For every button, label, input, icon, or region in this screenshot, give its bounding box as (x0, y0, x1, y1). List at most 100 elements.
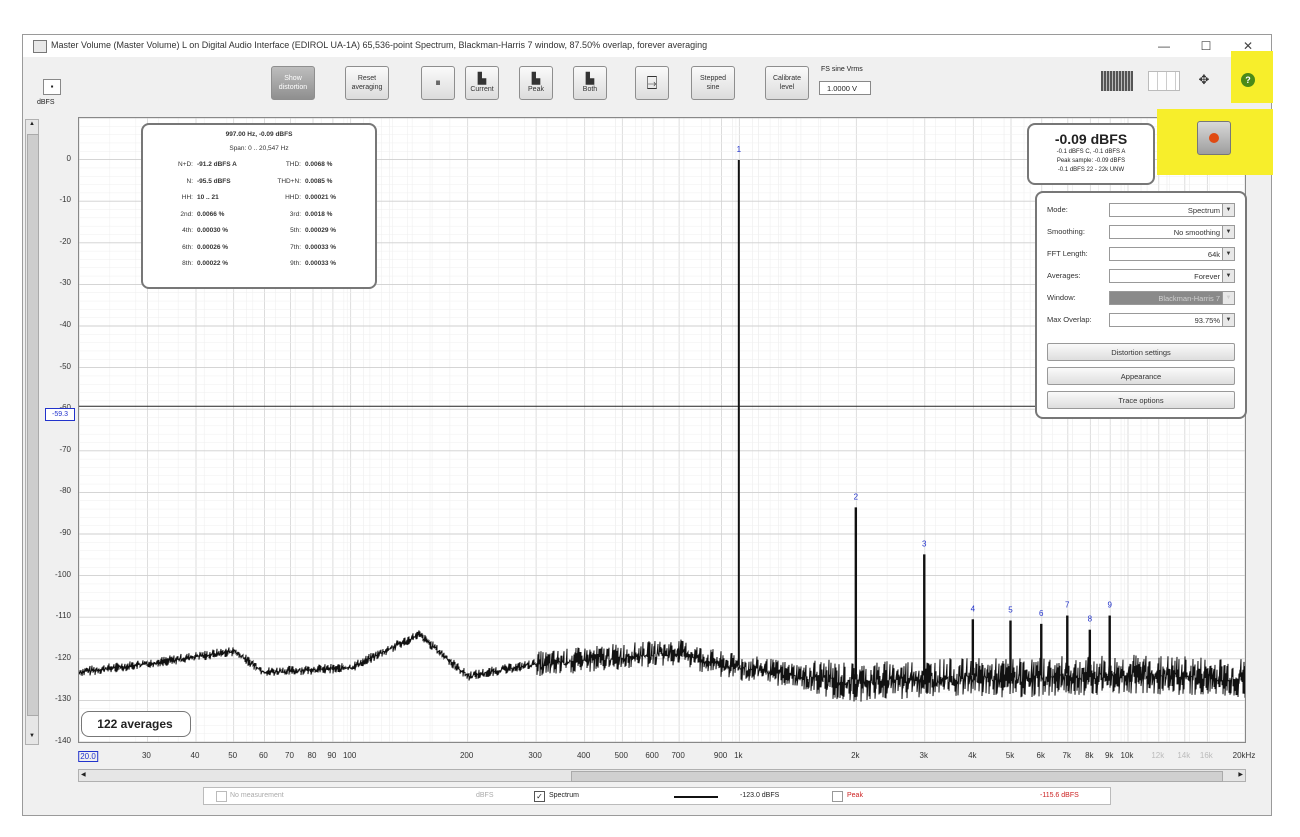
app-window: Master Volume (Master Volume) L on Digit… (22, 34, 1273, 816)
distortion-metric-value: -95.5 dBFS (197, 177, 231, 185)
stepped-sine-button[interactable]: Stepped sine (691, 66, 735, 100)
x-tick-label: 30 (141, 751, 151, 760)
setting-dropdown[interactable]: Spectrum ▼ (1109, 203, 1235, 217)
record-button[interactable] (1197, 121, 1231, 155)
x-tick-label: 10k (1120, 751, 1134, 760)
x-tick-label: 60 (258, 751, 268, 760)
level-readout: -0.09 dBFS -0.1 dBFS C, -0.1 dBFS A Peak… (1027, 123, 1155, 185)
setting-value: 93.75% (1194, 316, 1220, 325)
setting-label: Averages: (1047, 271, 1081, 280)
help-icon[interactable]: ? (1241, 73, 1255, 87)
peak-button[interactable]: ▙ Peak (519, 66, 553, 100)
peak-value: -115.6 dBFS (1040, 792, 1079, 799)
y-tick-label: -140 (54, 736, 71, 745)
reset-averaging-label-2: averaging (351, 84, 383, 91)
both-label: Both (582, 85, 598, 93)
pause-button[interactable]: ⏸ (421, 66, 455, 100)
cursor-level-value: -59.3 (52, 411, 68, 418)
y-unit-label: dBFS (37, 99, 55, 106)
current-label: Current (470, 85, 494, 93)
cursor-level-marker[interactable]: -59.3 (45, 408, 75, 421)
show-distortion-label-1: Show (284, 75, 302, 82)
harmonic-label: 5 (1008, 606, 1013, 615)
harmonic-label: 7 (1065, 601, 1070, 610)
both-button[interactable]: ▙ Both (573, 66, 607, 100)
no-measurement-value: dBFS (476, 792, 494, 799)
fs-sine-input[interactable]: 1.0000 V (819, 81, 871, 95)
show-distortion-button[interactable]: Show distortion (271, 66, 315, 100)
y-tick-label: 0 (66, 153, 71, 163)
setting-label: Window: (1047, 293, 1076, 302)
record-icon (1209, 133, 1219, 143)
minimize-button[interactable]: — (1151, 38, 1177, 54)
harmonic-label: 9 (1107, 601, 1112, 610)
scroll-down-arrow[interactable]: ▼ (27, 733, 37, 743)
distortion-metric-label: N: (186, 177, 194, 185)
setting-dropdown[interactable]: No smoothing ▼ (1109, 225, 1235, 239)
both-trace-icon: ▙ (585, 72, 595, 85)
generator-button[interactable]: ⍈ (635, 66, 669, 100)
averages-badge: 122 averages (81, 711, 191, 737)
current-button[interactable]: ▙ Current (465, 66, 499, 100)
distortion-metric-value: 0.00030 % (197, 227, 229, 234)
panel-layout-icon[interactable] (1148, 71, 1180, 91)
setting-value: Forever (1194, 272, 1220, 281)
distortion-panel: 997.00 Hz, -0.09 dBFS Span: 0 .. 20,547 … (141, 123, 377, 289)
setting-dropdown[interactable]: 93.75% ▼ (1109, 313, 1235, 327)
pan-arrows-icon[interactable]: ✥ (1191, 69, 1217, 91)
x-tick-label: 900 (713, 751, 728, 760)
scroll-up-arrow[interactable]: ▲ (27, 121, 37, 131)
appearance-button[interactable]: Appearance (1047, 367, 1235, 385)
y-tick-label: -50 (59, 361, 71, 371)
setting-dropdown[interactable]: 64k ▼ (1109, 247, 1235, 261)
harmonic-label: 2 (854, 492, 859, 501)
distortion-span: Span: 0 .. 20,547 Hz (229, 145, 289, 152)
trace-options-button[interactable]: Trace options (1047, 391, 1235, 409)
x-tick-label: 5k (1005, 751, 1015, 760)
distortion-metric-label: 7th: (290, 243, 301, 251)
scroll-thumb[interactable] (27, 134, 39, 716)
setting-dropdown[interactable]: Forever ▼ (1109, 269, 1235, 283)
title-bar: Master Volume (Master Volume) L on Digit… (23, 35, 1271, 57)
distortion-metric-label: 3rd: (289, 210, 301, 218)
spectrum-checkbox[interactable]: ✓ (534, 791, 545, 802)
dropdown-arrow-icon: ▼ (1222, 314, 1234, 326)
dropdown-arrow-icon: ▼ (1222, 270, 1234, 282)
level-line-1: -0.1 dBFS C, -0.1 dBFS A (1056, 149, 1126, 155)
harmonic-label: 4 (971, 604, 976, 613)
meter-icon[interactable] (1101, 71, 1133, 91)
current-trace-icon: ▙ (477, 72, 487, 85)
peak-checkbox[interactable] (832, 791, 843, 802)
fs-sine-value: 1.0000 V (827, 84, 858, 93)
spectrum-label: Spectrum (549, 792, 579, 799)
show-distortion-label-2: distortion (278, 84, 308, 91)
harmonic-label: 3 (922, 539, 927, 548)
distortion-metric-value: 0.00033 % (305, 260, 337, 267)
distortion-metric-label: 2nd: (180, 210, 193, 218)
peak-trace-icon: ▙ (531, 72, 541, 85)
distortion-metric-label: N+D: (178, 161, 193, 168)
horizontal-scrollbar[interactable]: ◀ ▶ (78, 769, 1246, 782)
setting-dropdown[interactable]: Blackman-Harris 7 ▼ (1109, 291, 1235, 305)
y-tick-label: -110 (55, 611, 71, 621)
scroll-right-arrow[interactable]: ▶ (1238, 770, 1243, 781)
distortion-settings-button[interactable]: Distortion settings (1047, 343, 1235, 361)
generator-icon: ⍈ (646, 73, 658, 93)
vertical-scrollbar[interactable]: ▲ ▼ (25, 119, 39, 745)
setting-value: Spectrum (1187, 206, 1220, 215)
h-scroll-thumb[interactable] (571, 771, 1223, 782)
calibrate-level-button[interactable]: Calibrate level (765, 66, 809, 100)
distortion-metric-value: 0.0068 % (305, 161, 333, 168)
reset-averaging-button[interactable]: Reset averaging (345, 66, 389, 100)
maximize-button[interactable]: ☐ (1193, 38, 1219, 54)
level-value: -0.09 dBFS (1054, 131, 1128, 147)
distortion-header: 997.00 Hz, -0.09 dBFS (225, 131, 293, 138)
distortion-metric-label: 8th: (182, 260, 193, 267)
graph-icon[interactable]: ▪ (43, 79, 61, 95)
x-tick-label: 70 (285, 751, 294, 760)
x-tick-label: 40 (190, 751, 200, 760)
y-tick-label: -40 (59, 320, 71, 329)
setting-label: Mode: (1047, 205, 1068, 214)
no-measurement-checkbox[interactable] (216, 791, 227, 802)
scroll-left-arrow[interactable]: ◀ (81, 770, 86, 781)
